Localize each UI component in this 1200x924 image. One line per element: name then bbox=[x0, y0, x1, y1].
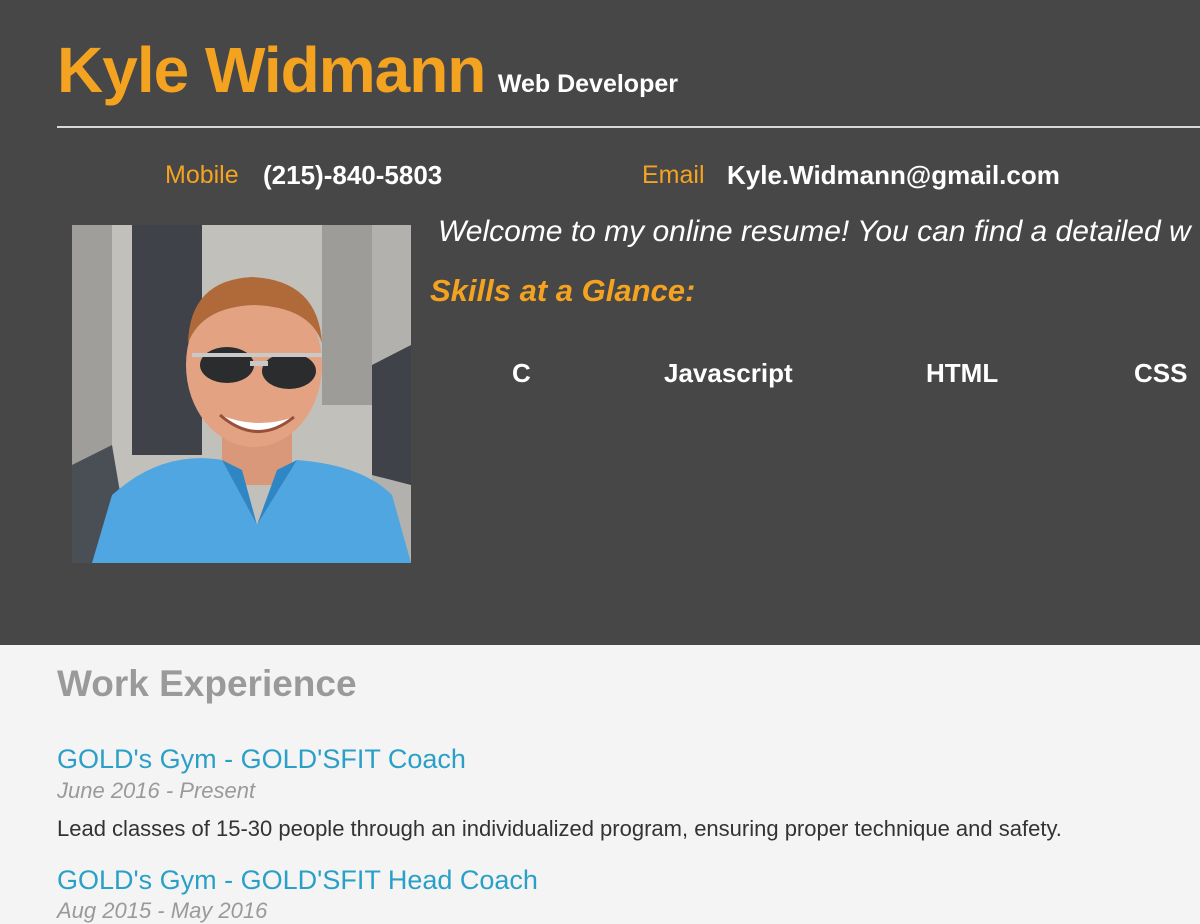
skill-item: HTML bbox=[926, 358, 999, 388]
mobile-value: (215)-840-5803 bbox=[263, 160, 443, 190]
job-title-link[interactable]: GOLD's Gym - GOLD'SFIT Coach bbox=[57, 743, 466, 775]
work-experience-heading: Work Experience bbox=[57, 663, 357, 704]
email-label: Email bbox=[642, 161, 705, 189]
profile-photo-illustration bbox=[72, 225, 411, 563]
header-divider bbox=[57, 126, 1200, 128]
mobile-label: Mobile bbox=[165, 161, 239, 189]
skill-item: Javascript bbox=[664, 358, 793, 388]
skill-item: CSS bbox=[1134, 358, 1188, 388]
welcome-text: Welcome to my online resume! You can fin… bbox=[438, 215, 1191, 248]
job-dates: Aug 2015 - May 2016 bbox=[57, 898, 268, 923]
skill-item: C bbox=[512, 358, 531, 388]
name-row: Kyle Widmann Web Developer bbox=[57, 30, 678, 110]
profile-photo bbox=[72, 225, 411, 563]
page-title: Kyle Widmann bbox=[57, 34, 486, 106]
job-title-link[interactable]: GOLD's Gym - GOLD'SFIT Head Coach bbox=[57, 864, 538, 896]
job-dates: June 2016 - Present bbox=[57, 778, 256, 803]
job-title: Web Developer bbox=[497, 70, 678, 98]
job-description: Lead classes of 15-30 people through an … bbox=[57, 816, 1062, 841]
email-value[interactable]: Kyle.Widmann@gmail.com bbox=[727, 160, 1060, 190]
skills-heading: Skills at a Glance: bbox=[430, 273, 696, 308]
resume-header: Kyle Widmann Web Developer Mobile (215)-… bbox=[0, 0, 1200, 645]
